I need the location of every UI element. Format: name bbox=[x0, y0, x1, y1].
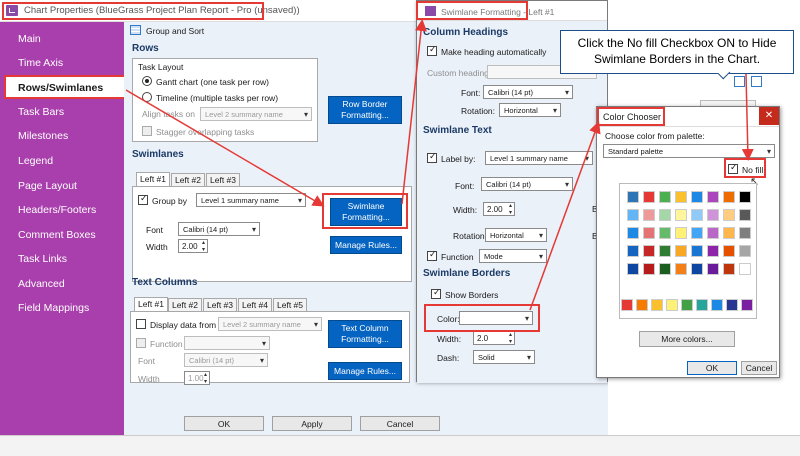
annotation-arrows bbox=[125, 19, 754, 311]
arrow-color-to-chooser bbox=[529, 121, 601, 311]
arrow-callout-to-nofill bbox=[741, 73, 754, 161]
arrow-button-to-dialog bbox=[401, 19, 427, 205]
arrow-rows-to-swimlane bbox=[125, 89, 325, 207]
